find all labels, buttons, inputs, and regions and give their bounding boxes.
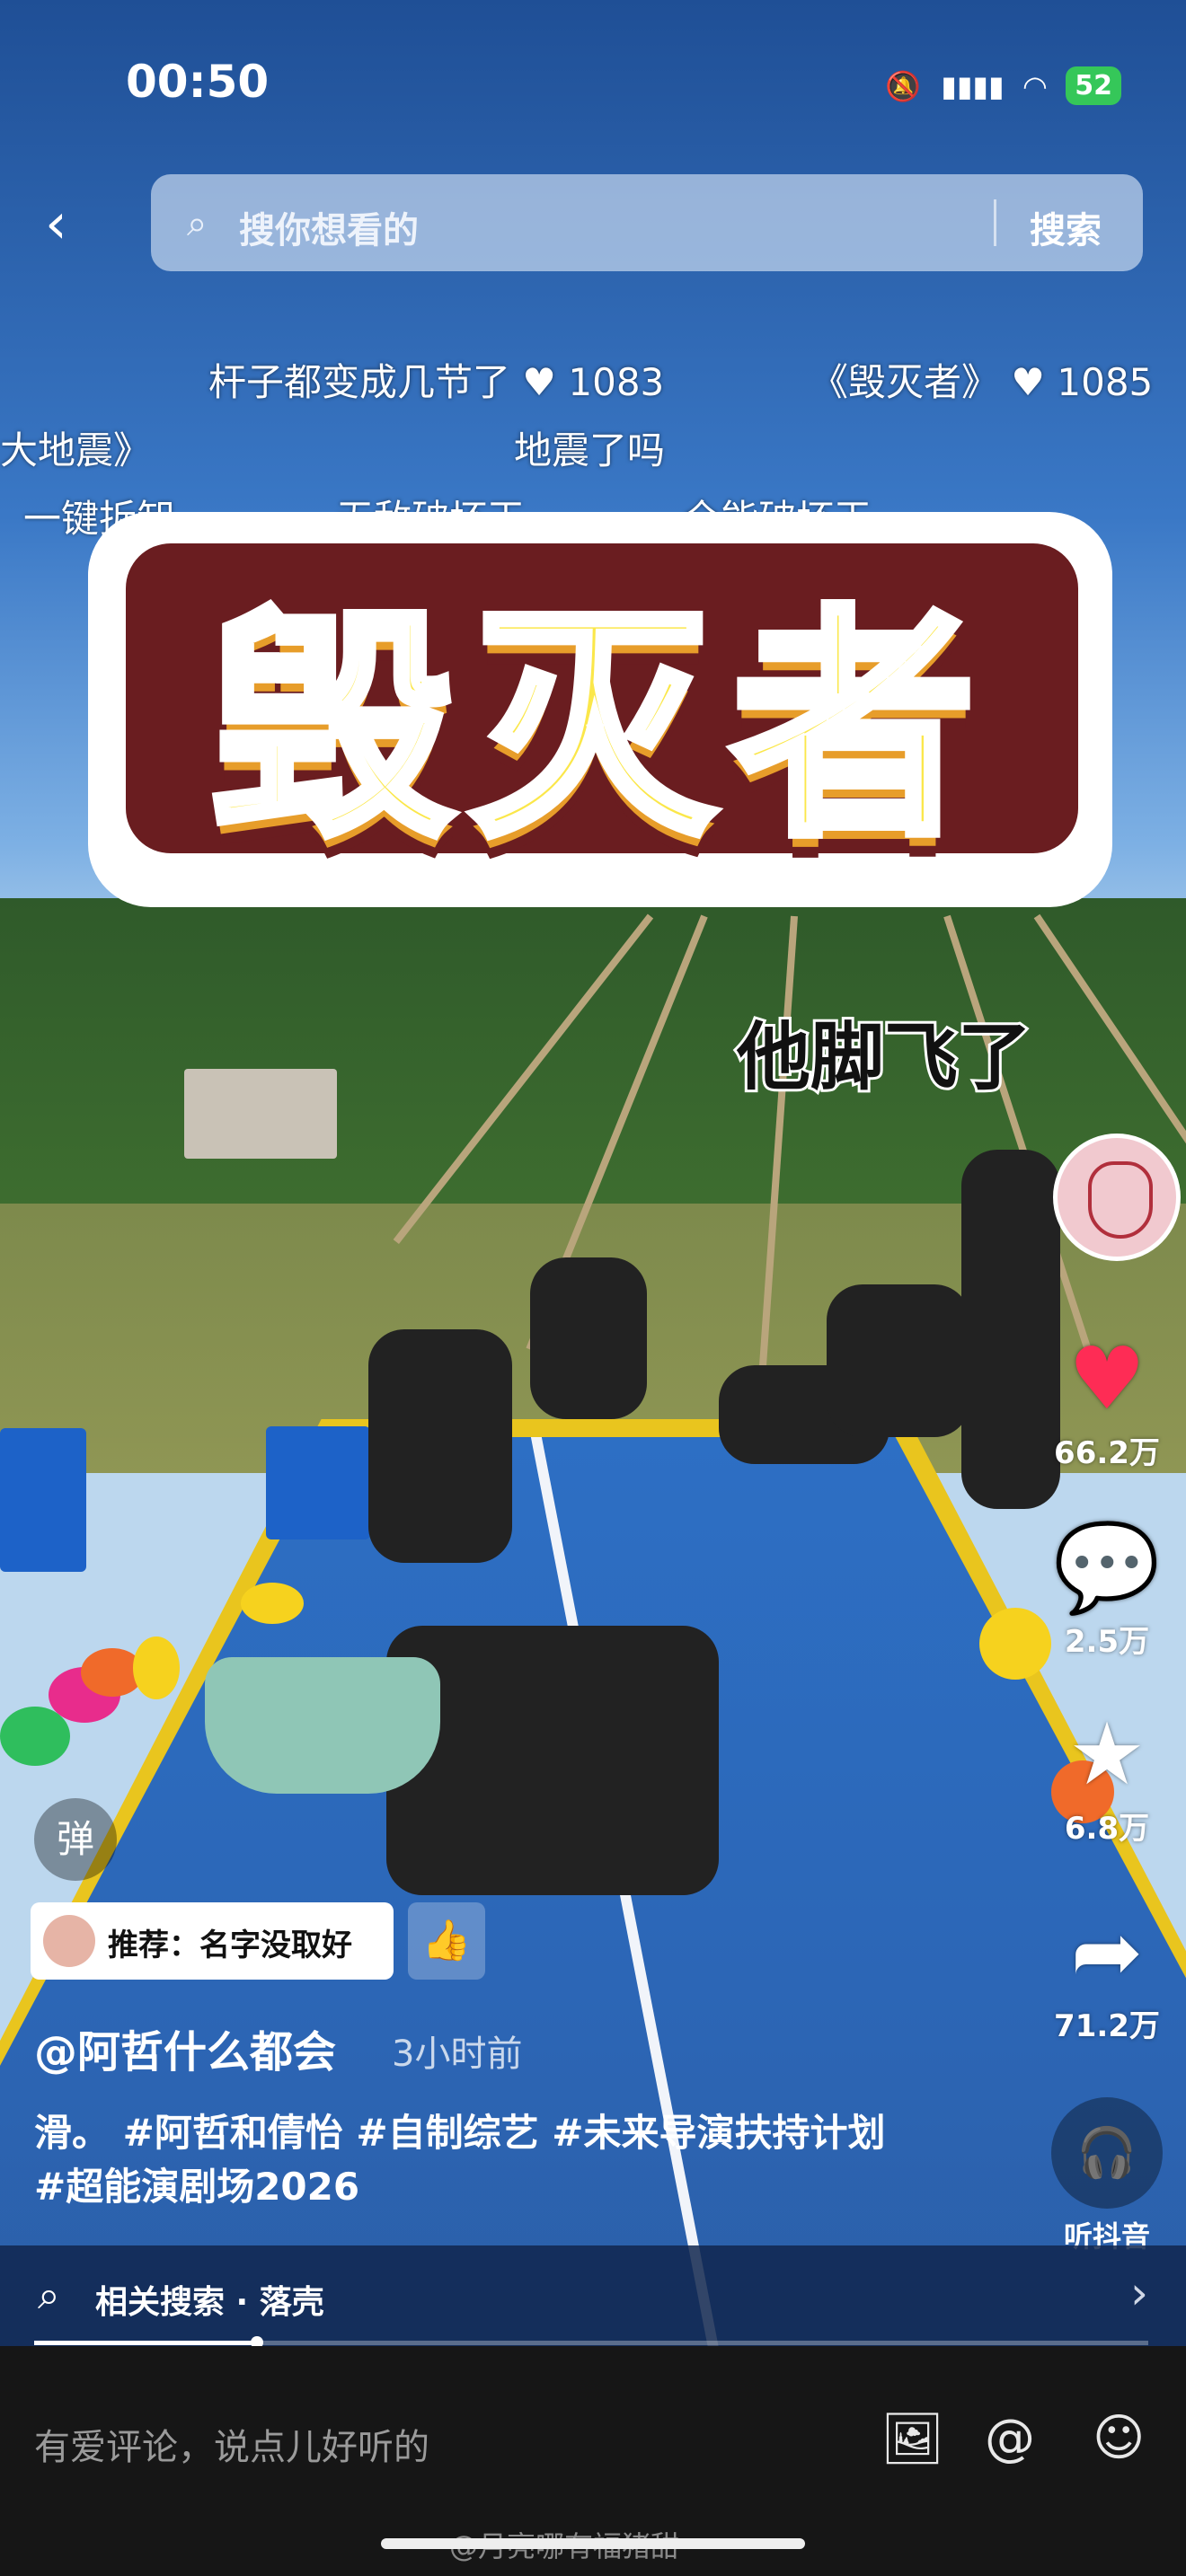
share-button[interactable]: ➦ 71.2万 — [1035, 1902, 1179, 2045]
share-count: 71.2万 — [1054, 2008, 1160, 2044]
person — [368, 1329, 512, 1563]
favorite-button[interactable]: ★ 6.8万 — [1035, 1705, 1179, 1848]
search-icon: ⌕ — [38, 2272, 60, 2318]
bell-slash-icon: 🔕 — [885, 68, 922, 103]
search-bar[interactable]: ⌕ 搜你想看的 搜索 — [151, 174, 1143, 271]
author-name[interactable]: @阿哲什么都会 — [34, 2016, 336, 2079]
comment-count: 2.5万 — [1064, 1624, 1150, 1660]
person — [530, 1257, 647, 1419]
danmaku-item[interactable]: 杆子都变成几节了 ♥ 1083 — [208, 352, 664, 407]
post-description[interactable]: 滑。 #阿哲和倩怡 #自制综艺 #未来导演扶持计划 #超能演剧场2026 — [34, 2106, 969, 2214]
heart-icon: ♥ — [1067, 1328, 1146, 1429]
video-caption: 他脚飞了 — [734, 1012, 1034, 1103]
star-icon: ★ — [1067, 1704, 1146, 1804]
danmaku-item[interactable]: 大地震》 — [0, 420, 151, 475]
related-search-text: 相关搜索 · 落壳 — [95, 2284, 324, 2321]
video-progress-bar[interactable] — [34, 2336, 1148, 2349]
at-mention-icon[interactable]: @ — [985, 2409, 1035, 2467]
house-image — [184, 1069, 337, 1159]
heart-icon: ♥ — [1011, 360, 1046, 404]
heart-icon: ♥ — [522, 360, 557, 404]
video-title-overlay: 毁灭者 — [207, 581, 993, 873]
plastic-basin — [205, 1657, 440, 1794]
search-divider — [994, 199, 996, 246]
status-icons: 🔕 ▮▮▮▮ ◠ 52 — [885, 66, 1121, 105]
ball — [133, 1636, 180, 1699]
chevron-left-icon[interactable]: ‹ — [45, 196, 67, 251]
person-lying — [386, 1626, 719, 1895]
home-indicator — [381, 2538, 805, 2549]
danmaku-item[interactable]: 地震了吗 — [514, 420, 665, 475]
comment-button[interactable]: 💬 2.5万 — [1035, 1518, 1179, 1661]
like-count: 66.2万 — [1054, 1435, 1160, 1471]
chevron-right-icon: › — [1130, 2267, 1148, 2319]
danmaku-item[interactable]: 《毁灭者》 ♥ 1085 — [810, 352, 1153, 407]
ball — [241, 1583, 304, 1624]
listen-douyin-button[interactable]: 🎧 听抖音 — [1049, 2097, 1164, 2255]
like-button[interactable]: ♥ 66.2万 — [1035, 1329, 1179, 1472]
image-icon[interactable]: 🖼 — [881, 2409, 944, 2468]
post-time: 3小时前 — [392, 2033, 523, 2075]
status-time: 00:50 — [126, 56, 270, 108]
signal-bars-icon: ▮▮▮▮ — [941, 68, 1005, 103]
favorite-count: 6.8万 — [1064, 1811, 1150, 1847]
face-sketch-icon — [1088, 1161, 1153, 1239]
danmaku-toggle-button[interactable]: 弹 — [34, 1798, 117, 1881]
author-avatar[interactable] — [1053, 1134, 1181, 1261]
recommend-label: 推荐：名字没取好 — [108, 1928, 352, 1963]
recommend-pill[interactable]: 推荐：名字没取好 — [31, 1902, 394, 1980]
blue-bucket — [266, 1426, 370, 1539]
progress-fill — [34, 2341, 257, 2345]
search-input[interactable]: 搜你想看的 — [239, 201, 419, 253]
comment-input[interactable]: 有爱评论，说点儿好听的 — [34, 2418, 429, 2470]
battery-indicator: 52 — [1066, 66, 1121, 105]
emoji-icon[interactable]: ☺ — [1093, 2409, 1145, 2467]
avatar — [43, 1915, 95, 1967]
related-search-bar[interactable]: ⌕ 相关搜索 · 落壳 › — [0, 2245, 1186, 2346]
share-arrow-icon: ➦ — [1070, 1901, 1144, 2002]
comment-bar: 有爱评论，说点儿好听的 🖼 @ ☺ @月亮哪有福猪甜 — [0, 2346, 1186, 2576]
headphones-icon: 🎧 — [1051, 2097, 1163, 2209]
wifi-icon: ◠ — [1023, 68, 1047, 103]
thumbs-up-icon[interactable]: 👍 — [408, 1902, 485, 1980]
search-button[interactable]: 搜索 — [1030, 201, 1102, 253]
person — [827, 1284, 970, 1437]
comment-bubble-icon: 💬 — [1053, 1517, 1161, 1618]
search-icon: ⌕ — [187, 203, 208, 244]
blue-bucket — [0, 1428, 86, 1572]
